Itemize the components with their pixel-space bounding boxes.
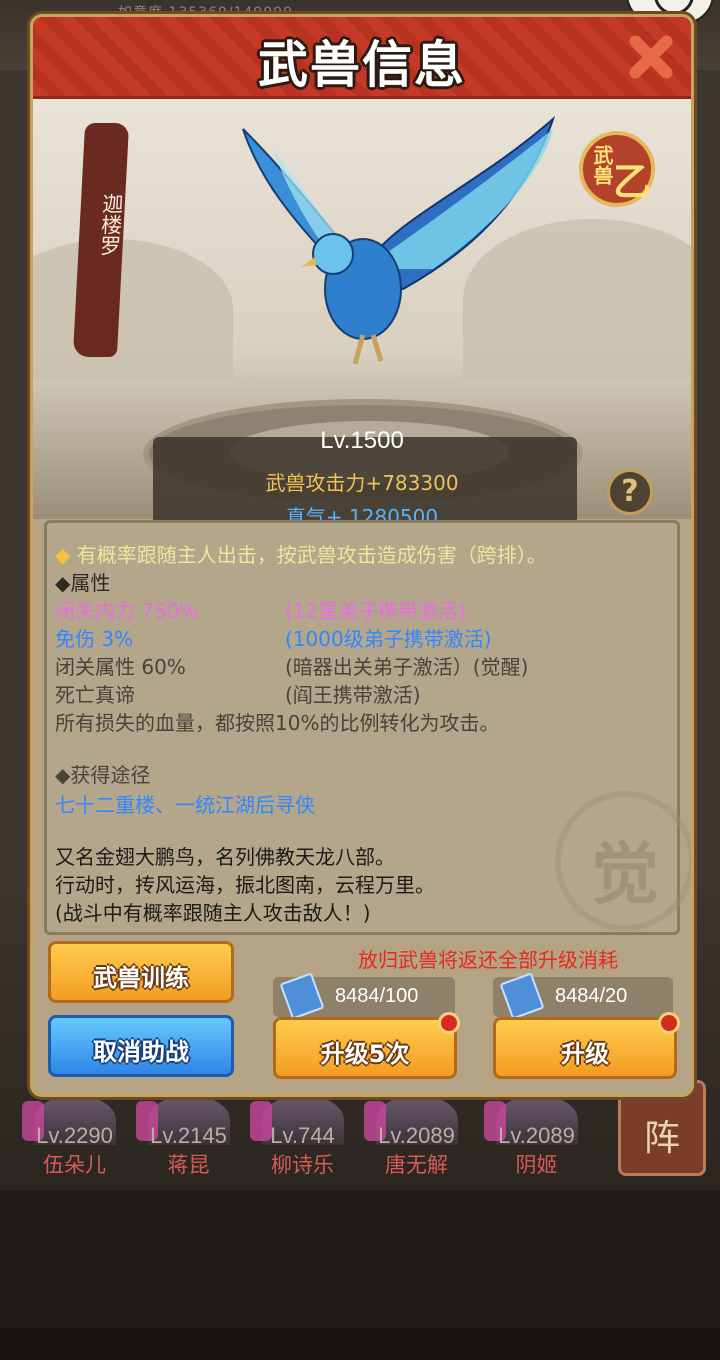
grade-mark: 乙 [613, 160, 652, 204]
beast-level: Lv.1500 [320, 427, 404, 454]
hero-name: 唐无解 [385, 1153, 448, 1177]
scroll-icon [499, 972, 545, 1020]
upgrade-label: 升级 [561, 1040, 609, 1068]
hero-card[interactable]: Lv.2089 阴姬 [484, 1095, 589, 1185]
red-dot-icon [658, 1012, 680, 1034]
attribute-name: 死亡真谛 [55, 683, 135, 707]
hero-card[interactable]: Lv.744 柳诗乐 [250, 1095, 355, 1185]
hero-card[interactable]: Lv.2290 伍朵儿 [22, 1095, 127, 1185]
beast-info-modal: 武兽信息 迦楼罗 武兽 乙 Lv.1500 武兽攻击力+783300 真气+ 1… [30, 14, 694, 1097]
attribute-condition: (1000级弟子携带激活) [285, 627, 492, 651]
formation-label: 阵 [643, 1118, 680, 1159]
awaken-seal-icon: 觉 [555, 791, 691, 931]
diamond-icon: ◆ [55, 543, 77, 567]
seal-text: 觉 [590, 836, 659, 915]
upgrade-cost: 8484/20 [493, 972, 673, 1020]
upgrade-cost-text: 8484/20 [555, 985, 628, 1007]
hero-level: Lv.2290 [36, 1123, 113, 1148]
cancel-assist-button[interactable]: 取消助战 [48, 1015, 234, 1077]
beast-attack: 武兽攻击力+783300 [265, 471, 459, 495]
train-button[interactable]: 武兽训练 [48, 941, 234, 1003]
hero-level: Lv.2089 [378, 1123, 455, 1148]
obtain-heading: ◆获得途径 [55, 763, 151, 787]
attribute-name: 闭关内力 750% [55, 599, 199, 623]
hero-level: Lv.2089 [498, 1123, 575, 1148]
beast-description: 有概率跟随主人出击，按武兽攻击造成伤害（跨排）。 [76, 543, 547, 567]
beast-name: 迦楼罗 [97, 193, 125, 256]
release-note: 放归武兽将返还全部升级消耗 [358, 948, 618, 972]
modal-title: 武兽信息 [258, 36, 466, 94]
obtain-text: 七十二重楼、一统江湖后寻侠 [55, 793, 315, 817]
cancel-assist-label: 取消助战 [93, 1038, 189, 1066]
close-icon[interactable] [621, 29, 677, 85]
hero-name: 柳诗乐 [271, 1153, 334, 1177]
hero-name: 蒋昆 [167, 1153, 210, 1177]
lore-line: 又名金翅大鹏鸟，名列佛教天龙八部。 [55, 845, 395, 869]
upgrade-5-times-button[interactable]: 升级5次 [273, 1012, 460, 1079]
hero-name: 阴姬 [515, 1153, 558, 1177]
hero-level: Lv.2145 [150, 1123, 227, 1148]
lore-line: (战斗中有概率跟随主人攻击敌人！) [55, 901, 371, 925]
info-panel: 觉 ◆ 有概率跟随主人出击，按武兽攻击造成伤害（跨排）。 ◆属性 闭关内力 75… [44, 520, 691, 935]
upgrade5-cost-text: 8484/100 [335, 985, 419, 1007]
train-button-label: 武兽训练 [93, 964, 189, 992]
red-dot-icon [438, 1012, 460, 1034]
scroll-icon [279, 972, 325, 1020]
help-icon[interactable]: ? [607, 469, 653, 515]
attribute-condition: (暗器出关弟子激活）(觉醒) [285, 655, 529, 679]
upgrade-5-times-label: 升级5次 [320, 1040, 410, 1068]
upgrade-button[interactable]: 升级 [493, 1012, 680, 1079]
hero-level: Lv.744 [270, 1123, 335, 1148]
description-line: ◆ 有概率跟随主人出击，按武兽攻击造成伤害（跨排）。 [55, 539, 547, 568]
hero-card[interactable]: Lv.2089 唐无解 [364, 1095, 469, 1185]
background-bottom-strip [0, 1328, 720, 1360]
grade-badge: 武兽 乙 [579, 131, 655, 207]
attributes-heading: ◆属性 [55, 571, 111, 595]
modal-header: 武兽信息 [33, 17, 691, 99]
attribute-name: 闭关属性 60% [55, 655, 186, 679]
grade-label: 武兽 [590, 145, 614, 185]
lore-line: 行动时，抟风运海，振北图南，云程万里。 [55, 873, 435, 897]
upgrade5-cost: 8484/100 [273, 972, 455, 1020]
hero-name: 伍朵儿 [43, 1153, 106, 1177]
attribute-condition: (阎王携带激活) [285, 683, 421, 707]
attribute-name: 免伤 3% [55, 627, 134, 651]
special-effect-text: 所有损失的血量，都按照10%的比例转化为攻击。 [55, 711, 500, 735]
hero-card[interactable]: Lv.2145 蒋昆 [136, 1095, 241, 1185]
attribute-condition: (12星弟子携带激活) [285, 599, 467, 623]
